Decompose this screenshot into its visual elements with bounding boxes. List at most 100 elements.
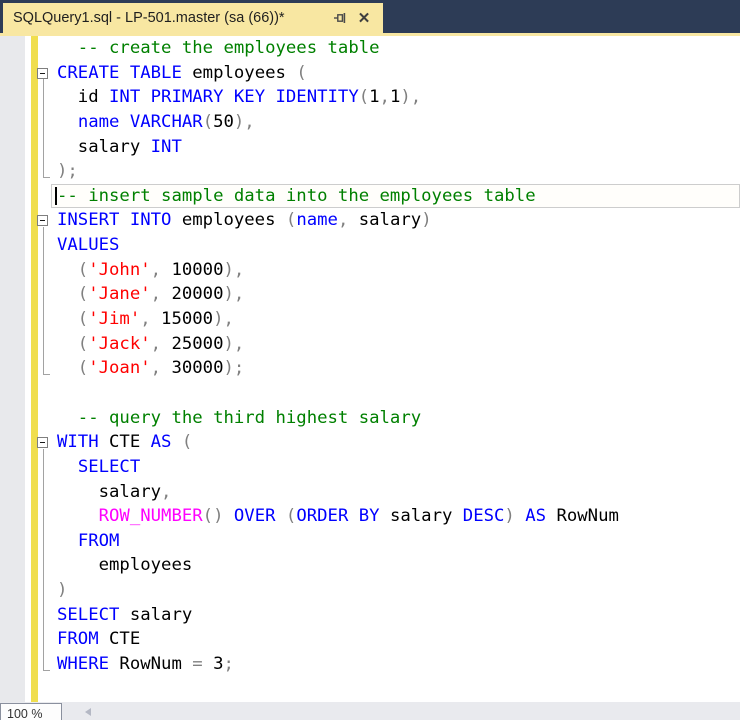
code-line[interactable]: ); [0, 159, 740, 184]
code-token: 'John' [88, 259, 151, 280]
code-line[interactable]: CREATE TABLE employees ( [0, 61, 740, 86]
fold-toggle-icon[interactable] [37, 215, 48, 227]
code-token: ( [202, 111, 214, 132]
fold-outline-bracket [43, 227, 50, 375]
code-token: ) [504, 506, 515, 527]
code-token: WHERE [57, 654, 110, 675]
code-token: CTE [98, 629, 141, 650]
code-token: , [337, 210, 349, 231]
code-line[interactable]: -- query the third highest salary [0, 406, 740, 431]
code-token: ( [296, 62, 307, 83]
pin-icon[interactable] [331, 9, 349, 27]
code-token: ; [223, 654, 234, 675]
code-line[interactable]: ('Jane', 20000), [0, 282, 740, 307]
code-token: OVER [233, 506, 276, 527]
code-token: 1 [369, 87, 380, 108]
code-token: VALUES [57, 235, 120, 256]
code-line[interactable]: INSERT INTO employees (name, salary) [0, 208, 740, 233]
fold-toggle-icon[interactable] [37, 437, 48, 449]
code-line[interactable]: ('Jack', 25000), [0, 332, 740, 357]
code-line[interactable]: WHERE RowNum = 3; [0, 652, 740, 677]
code-token: , [150, 284, 162, 305]
code-token: RowNum [109, 654, 193, 675]
code-line[interactable] [0, 381, 740, 406]
code-token: salary [348, 210, 422, 231]
code-line[interactable]: WITH CTE AS ( [0, 430, 740, 455]
code-line[interactable]: SELECT salary [0, 603, 740, 628]
code-token: ), [213, 309, 234, 330]
code-token: ); [57, 161, 78, 182]
code-token: ORDER BY [296, 506, 380, 527]
fold-toggle-icon[interactable] [37, 67, 48, 79]
code-token: , [140, 309, 151, 330]
code-token: 1 [389, 87, 401, 108]
horizontal-scrollbar[interactable] [63, 703, 740, 720]
code-token: ) [57, 580, 68, 601]
code-token: ), [223, 333, 245, 354]
code-token: id [57, 87, 110, 108]
code-token: () [202, 506, 224, 527]
code-token: SELECT [57, 604, 120, 625]
code-line[interactable]: SELECT [0, 455, 740, 480]
code-token: INSERT INTO [57, 210, 172, 231]
code-line[interactable]: ('Joan', 30000); [0, 356, 740, 381]
code-editor[interactable]: -- create the employees table CREATE TABL… [0, 36, 740, 702]
close-icon[interactable]: ✕ [355, 9, 373, 27]
code-line[interactable]: -- insert sample data into the employees… [0, 183, 740, 209]
code-token: 50 [213, 111, 234, 132]
code-token: ( [57, 358, 89, 379]
code-token: ROW_NUMBER [98, 506, 203, 527]
code-token: 'Jim' [88, 309, 141, 330]
code-line[interactable]: name VARCHAR(50), [0, 110, 740, 135]
code-line[interactable]: salary, [0, 480, 740, 505]
code-line[interactable]: ) [0, 578, 740, 603]
code-token: CTE [98, 432, 151, 453]
code-token: name [296, 210, 338, 231]
zoom-select[interactable]: 100 % [0, 703, 62, 720]
document-tab[interactable]: SQLQuery1.sql - LP-501.master (sa (66))*… [3, 3, 383, 33]
code-line[interactable]: employees [0, 553, 740, 578]
code-token: , [379, 87, 390, 108]
code-token: employees [181, 62, 297, 83]
code-line[interactable]: FROM [0, 529, 740, 554]
code-token: ( [57, 309, 89, 330]
code-token: INT [150, 136, 182, 157]
code-token: FROM [57, 629, 99, 650]
code-line[interactable]: -- create the employees table [0, 36, 740, 61]
code-token: ), [233, 111, 255, 132]
code-line[interactable]: ROW_NUMBER() OVER (ORDER BY salary DESC)… [0, 504, 740, 529]
code-line[interactable]: VALUES [0, 233, 740, 258]
code-token: 30000 [161, 358, 224, 379]
code-token: ), [223, 259, 245, 280]
code-token: -- query the third highest salary [57, 407, 422, 428]
code-token: ) [421, 210, 432, 231]
code-token: RowNum [546, 506, 619, 527]
code-line[interactable]: ('Jim', 15000), [0, 307, 740, 332]
code-token: 'Jack' [88, 333, 151, 354]
scroll-left-arrow-icon[interactable] [85, 708, 91, 716]
fold-outline-bracket [43, 79, 50, 178]
code-token: , [150, 358, 162, 379]
code-token: salary [57, 136, 151, 157]
code-line[interactable]: ('John', 10000), [0, 258, 740, 283]
code-line[interactable]: FROM CTE [0, 627, 740, 652]
code-token: ( [57, 333, 89, 354]
code-token: AS [150, 432, 172, 453]
code-token: VARCHAR [129, 111, 203, 132]
code-token: , [150, 259, 162, 280]
code-line[interactable]: id INT PRIMARY KEY IDENTITY(1,1), [0, 85, 740, 110]
code-token: = [192, 654, 203, 675]
code-token: ( [57, 259, 89, 280]
code-token: salary [119, 604, 193, 625]
code-token: name [77, 111, 120, 132]
code-line[interactable]: salary INT [0, 135, 740, 160]
code-token: 3 [213, 654, 224, 675]
code-token: ), [223, 284, 245, 305]
code-token: salary [379, 506, 463, 527]
code-token: ), [400, 87, 422, 108]
code-token: INT PRIMARY KEY IDENTITY [109, 87, 359, 108]
